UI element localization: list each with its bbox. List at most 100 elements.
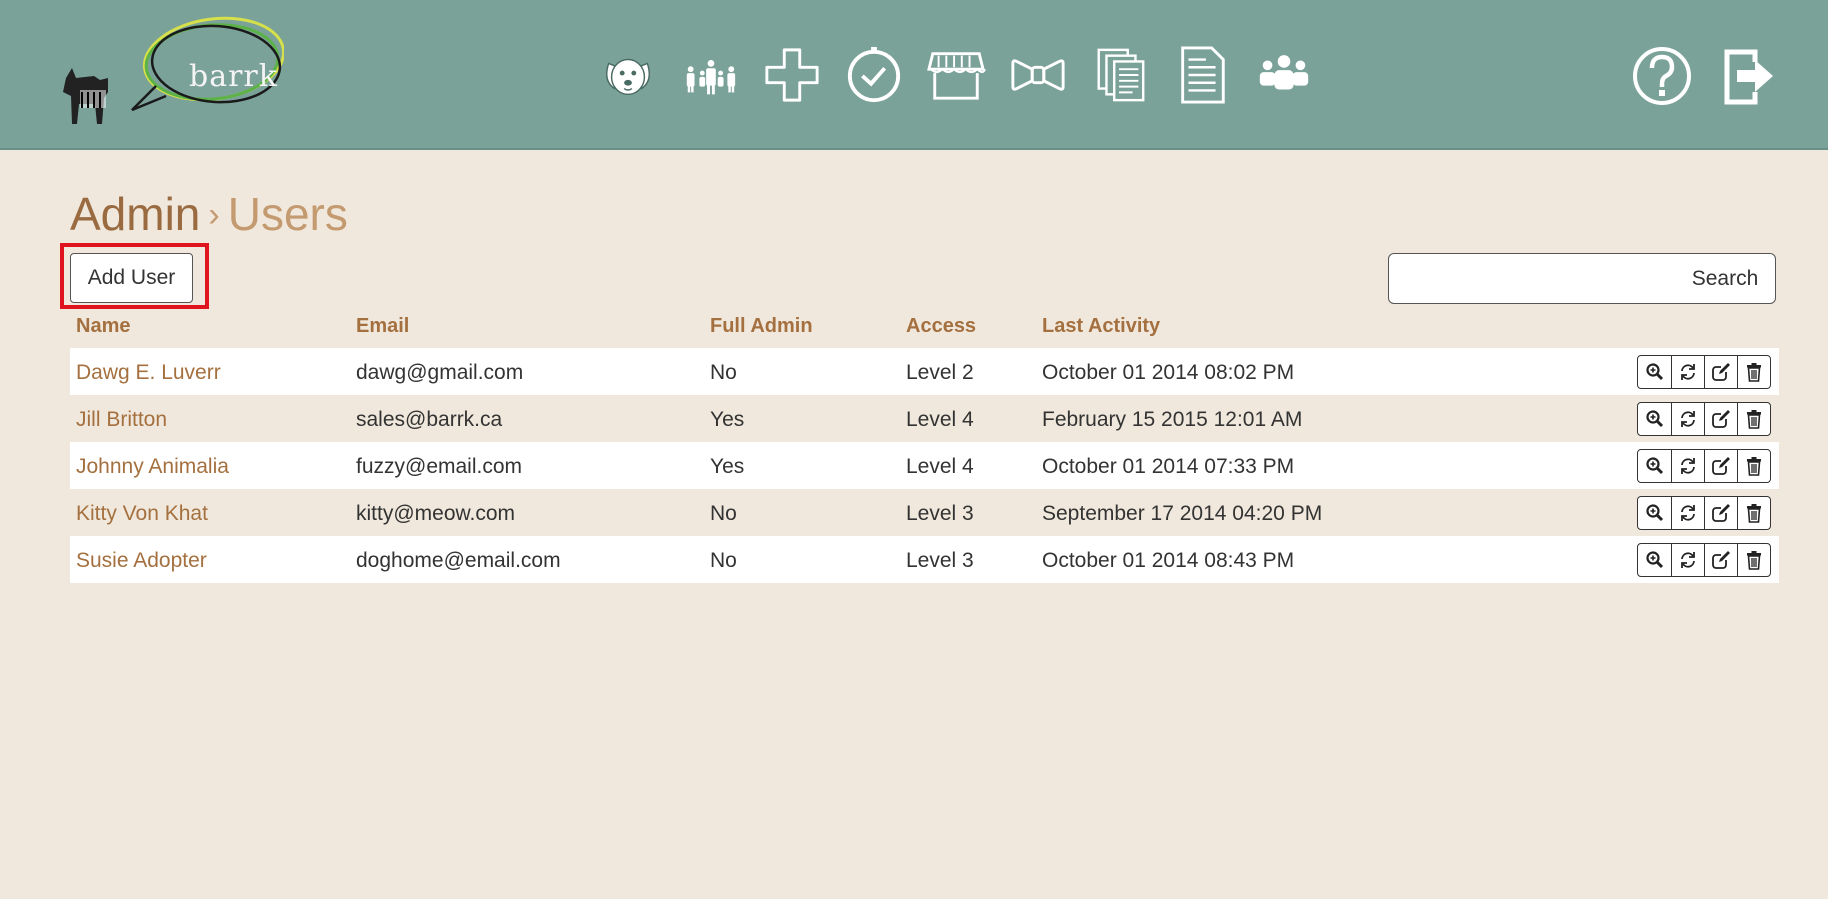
- user-name-link[interactable]: Susie Adopter: [76, 549, 207, 573]
- user-last-activity: October 01 2014 08:43 PM: [1042, 549, 1295, 572]
- add-user-button[interactable]: Add User: [70, 253, 193, 303]
- refresh-icon: [1678, 409, 1698, 429]
- logout-icon[interactable]: [1715, 44, 1779, 108]
- column-header-full-admin: Full Admin: [710, 315, 813, 337]
- zoom-icon: [1645, 409, 1665, 429]
- edit-button[interactable]: [1704, 497, 1737, 529]
- trash-button[interactable]: [1737, 356, 1770, 388]
- zoom-icon: [1645, 362, 1665, 382]
- breadcrumb-users: Users: [227, 188, 348, 240]
- pets-icon[interactable]: [596, 44, 660, 106]
- edit-button[interactable]: [1704, 450, 1737, 482]
- user-access-level: Level 3: [906, 502, 974, 525]
- medical-icon[interactable]: [760, 44, 824, 106]
- trash-icon: [1744, 503, 1764, 523]
- refresh-icon: [1678, 503, 1698, 523]
- user-name-link[interactable]: Jill Britton: [76, 408, 167, 432]
- zoom-icon: [1645, 550, 1665, 570]
- user-last-activity: October 01 2014 07:33 PM: [1042, 455, 1295, 478]
- user-access-level: Level 4: [906, 408, 974, 431]
- top-navigation-bar: barrk: [0, 0, 1828, 150]
- help-icon[interactable]: [1630, 44, 1694, 108]
- document-icon[interactable]: [1170, 44, 1234, 106]
- column-header-access: Access: [906, 315, 977, 337]
- search-button[interactable]: Search: [1675, 253, 1776, 304]
- breadcrumb-admin[interactable]: Admin: [70, 188, 200, 240]
- edit-icon: [1711, 409, 1731, 429]
- users-table: Name Email Full Admin Access Last Activi…: [70, 306, 1779, 583]
- store-icon[interactable]: [924, 44, 988, 106]
- refresh-icon: [1678, 550, 1698, 570]
- zoom-button[interactable]: [1638, 497, 1671, 529]
- trash-icon: [1744, 456, 1764, 476]
- refresh-button[interactable]: [1671, 403, 1704, 435]
- refresh-button[interactable]: [1671, 544, 1704, 576]
- edit-button[interactable]: [1704, 403, 1737, 435]
- user-last-activity: September 17 2014 04:20 PM: [1042, 502, 1323, 525]
- user-email: sales@barrk.ca: [356, 408, 503, 431]
- edit-button[interactable]: [1704, 356, 1737, 388]
- user-email: kitty@meow.com: [356, 502, 516, 525]
- breadcrumb-separator: ›: [208, 196, 220, 234]
- logo-text: barrk: [189, 59, 278, 94]
- table-row: Kitty Von Khat kitty@meow.com No Level 3 Sep…: [70, 489, 1779, 536]
- column-header-name: Name: [76, 315, 131, 337]
- edit-icon: [1711, 362, 1731, 382]
- row-actions: [1637, 543, 1771, 577]
- page-title-breadcrumb: Admin › Users: [70, 186, 348, 243]
- user-email: fuzzy@email.com: [356, 455, 523, 478]
- refresh-icon: [1678, 456, 1698, 476]
- user-full-admin: Yes: [710, 455, 745, 478]
- row-actions: [1637, 402, 1771, 436]
- user-last-activity: October 01 2014 08:02 PM: [1042, 361, 1295, 384]
- trash-button[interactable]: [1737, 403, 1770, 435]
- users-group-icon[interactable]: [1252, 44, 1316, 106]
- user-access-level: Level 2: [906, 361, 974, 384]
- barrk-logo[interactable]: barrk: [44, 14, 286, 140]
- refresh-button[interactable]: [1671, 356, 1704, 388]
- edit-icon: [1711, 456, 1731, 476]
- column-header-last-activity: Last Activity: [1042, 315, 1161, 337]
- refresh-button[interactable]: [1671, 450, 1704, 482]
- user-full-admin: No: [710, 361, 737, 384]
- user-access-level: Level 4: [906, 455, 974, 478]
- user-access-level: Level 3: [906, 549, 974, 572]
- table-row: Susie Adopter doghome@email.com No Level 3 O…: [70, 536, 1779, 583]
- refresh-icon: [1678, 362, 1698, 382]
- zoom-icon: [1645, 503, 1665, 523]
- bow-tie-icon[interactable]: [1006, 44, 1070, 106]
- trash-button[interactable]: [1737, 497, 1770, 529]
- trash-icon: [1744, 362, 1764, 382]
- edit-icon: [1711, 503, 1731, 523]
- user-name-link[interactable]: Johnny Animalia: [76, 455, 229, 479]
- edit-button[interactable]: [1704, 544, 1737, 576]
- row-actions: [1637, 355, 1771, 389]
- trash-button[interactable]: [1737, 544, 1770, 576]
- trash-icon: [1744, 550, 1764, 570]
- zoom-icon: [1645, 456, 1665, 476]
- row-actions: [1637, 496, 1771, 530]
- trash-icon: [1744, 409, 1764, 429]
- table-row: Johnny Animalia fuzzy@email.com Yes Level 4…: [70, 442, 1779, 489]
- table-row: Dawg E. Luverr dawg@gmail.com No Level 2 Oct…: [70, 348, 1779, 395]
- user-name-link[interactable]: Kitty Von Khat: [76, 502, 208, 526]
- zoom-button[interactable]: [1638, 450, 1671, 482]
- user-last-activity: February 15 2015 12:01 AM: [1042, 408, 1303, 431]
- column-header-email: Email: [356, 315, 410, 337]
- trash-button[interactable]: [1737, 450, 1770, 482]
- user-email: doghome@email.com: [356, 549, 561, 572]
- zoom-button[interactable]: [1638, 544, 1671, 576]
- zoom-button[interactable]: [1638, 403, 1671, 435]
- edit-icon: [1711, 550, 1731, 570]
- search-input[interactable]: [1388, 253, 1676, 304]
- clock-icon[interactable]: [842, 44, 906, 106]
- documents-icon[interactable]: [1088, 44, 1152, 106]
- zoom-button[interactable]: [1638, 356, 1671, 388]
- row-actions: [1637, 449, 1771, 483]
- table-header: Name Email Full Admin Access Last Activi…: [70, 306, 1779, 348]
- user-email: dawg@gmail.com: [356, 361, 524, 384]
- families-icon[interactable]: [678, 44, 742, 106]
- refresh-button[interactable]: [1671, 497, 1704, 529]
- table-row: Jill Britton sales@barrk.ca Yes Level 4 Febr…: [70, 395, 1779, 442]
- user-name-link[interactable]: Dawg E. Luverr: [76, 361, 221, 385]
